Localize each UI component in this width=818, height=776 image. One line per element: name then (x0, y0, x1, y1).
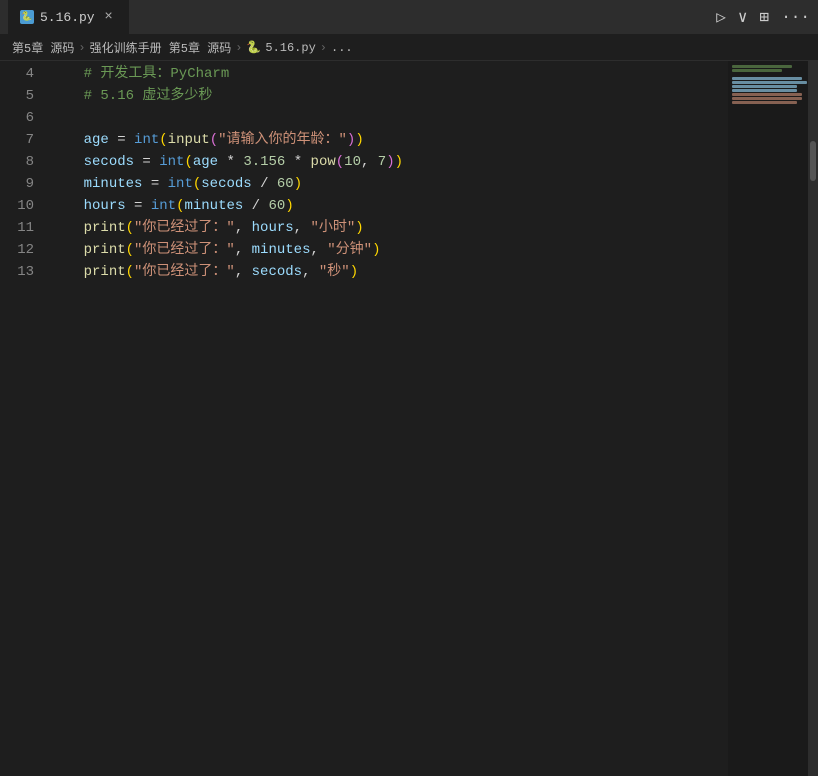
line-number: 11 (0, 217, 34, 239)
code-content[interactable]: # 开发工具：PyCharm # 5.16 虚过多少秒 age = int ( … (50, 61, 728, 776)
line-number: 6 (0, 107, 34, 129)
breadcrumb-file-icon: 🐍 (246, 40, 261, 55)
minimap-line (732, 65, 792, 68)
var-secods: secods (84, 151, 134, 173)
breadcrumb-sep-1: › (78, 41, 85, 55)
fn-print-13: print (84, 261, 126, 283)
code-line-13: print ( "你已经过了：" , secods , "秒" ) (50, 261, 728, 283)
fn-print-12: print (84, 239, 126, 261)
line-number: 4 (0, 63, 34, 85)
minimap-line (732, 89, 797, 92)
line-numbers: 4 5 6 7 8 9 10 11 12 13 (0, 61, 50, 776)
minimap (728, 61, 808, 776)
breadcrumb-item-1[interactable]: 第5章 源码 (12, 39, 74, 56)
minimap-line (732, 97, 802, 100)
breadcrumb-sep-3: › (320, 41, 327, 55)
breadcrumb-sep-2: › (235, 41, 242, 55)
minimap-line (732, 69, 782, 72)
line-number: 7 (0, 129, 34, 151)
kw-int-9: int (168, 173, 193, 195)
line-number: 13 (0, 261, 34, 283)
title-bar: 🐍 5.16.py × ▷ ∨ ⊞ ··· (0, 0, 818, 35)
breadcrumb-item-3[interactable]: 5.16.py (265, 41, 315, 55)
tab-close-button[interactable]: × (101, 9, 117, 25)
code-line-8: secods = int ( age * 3.156 * pow ( 10 , … (50, 151, 728, 173)
python-file-icon: 🐍 (20, 10, 34, 24)
comment-516: # 5.16 虚过多少秒 (50, 85, 212, 107)
fn-input: input (168, 129, 210, 151)
fn-print-11: print (84, 217, 126, 239)
run-button[interactable]: ▷ (716, 7, 726, 27)
line-number: 10 (0, 195, 34, 217)
line-number: 5 (0, 85, 34, 107)
code-line-10: hours = int ( minutes / 60 ) (50, 195, 728, 217)
active-tab[interactable]: 🐍 5.16.py × (8, 0, 129, 35)
code-line-7: age = int ( input ( "请输入你的年龄：" ) ) (50, 129, 728, 151)
var-hours: hours (84, 195, 126, 217)
code-line-11: print ( "你已经过了：" , hours , "小时" ) (50, 217, 728, 239)
minimap-line (732, 101, 797, 104)
kw-int-10: int (151, 195, 176, 217)
code-line-12: print ( "你已经过了：" , minutes , "分钟" ) (50, 239, 728, 261)
breadcrumb: 第5章 源码 › 强化训练手册 第5章 源码 › 🐍 5.16.py › ... (0, 35, 818, 61)
str-age-prompt: "请输入你的年龄：" (218, 129, 347, 151)
line-number: 9 (0, 173, 34, 195)
code-line-5: # 5.16 虚过多少秒 (50, 85, 728, 107)
breadcrumb-item-4[interactable]: ... (331, 41, 353, 55)
minimap-line (732, 73, 734, 76)
scrollbar[interactable] (808, 61, 818, 776)
comment-pycharm: # 开发工具：PyCharm (50, 63, 229, 85)
toolbar-right: ▷ ∨ ⊞ ··· (716, 7, 810, 27)
fn-pow: pow (311, 151, 336, 173)
editor-area: 4 5 6 7 8 9 10 11 12 13 # 开发工具：PyCharm #… (0, 61, 818, 776)
minimap-line (732, 77, 802, 80)
minimap-line (732, 85, 797, 88)
minimap-content (728, 61, 808, 109)
kw-int-7: int (134, 129, 159, 151)
minimap-line (732, 93, 802, 96)
code-line-6 (50, 107, 728, 129)
tab-filename: 5.16.py (40, 10, 95, 25)
minimap-line (732, 81, 807, 84)
line-number: 8 (0, 151, 34, 173)
more-actions-button[interactable]: ··· (781, 8, 810, 26)
code-line-9: minutes = int ( secods / 60 ) (50, 173, 728, 195)
kw-int-8: int (159, 151, 184, 173)
scrollbar-thumb[interactable] (810, 141, 816, 181)
breadcrumb-item-2[interactable]: 强化训练手册 第5章 源码 (90, 39, 232, 56)
run-dropdown-button[interactable]: ∨ (738, 7, 748, 27)
line-number: 12 (0, 239, 34, 261)
code-line-4: # 开发工具：PyCharm (50, 63, 728, 85)
var-minutes: minutes (84, 173, 143, 195)
var-age: age (84, 129, 109, 151)
split-editor-button[interactable]: ⊞ (760, 7, 770, 27)
tab-bar: 🐍 5.16.py × (8, 0, 129, 35)
